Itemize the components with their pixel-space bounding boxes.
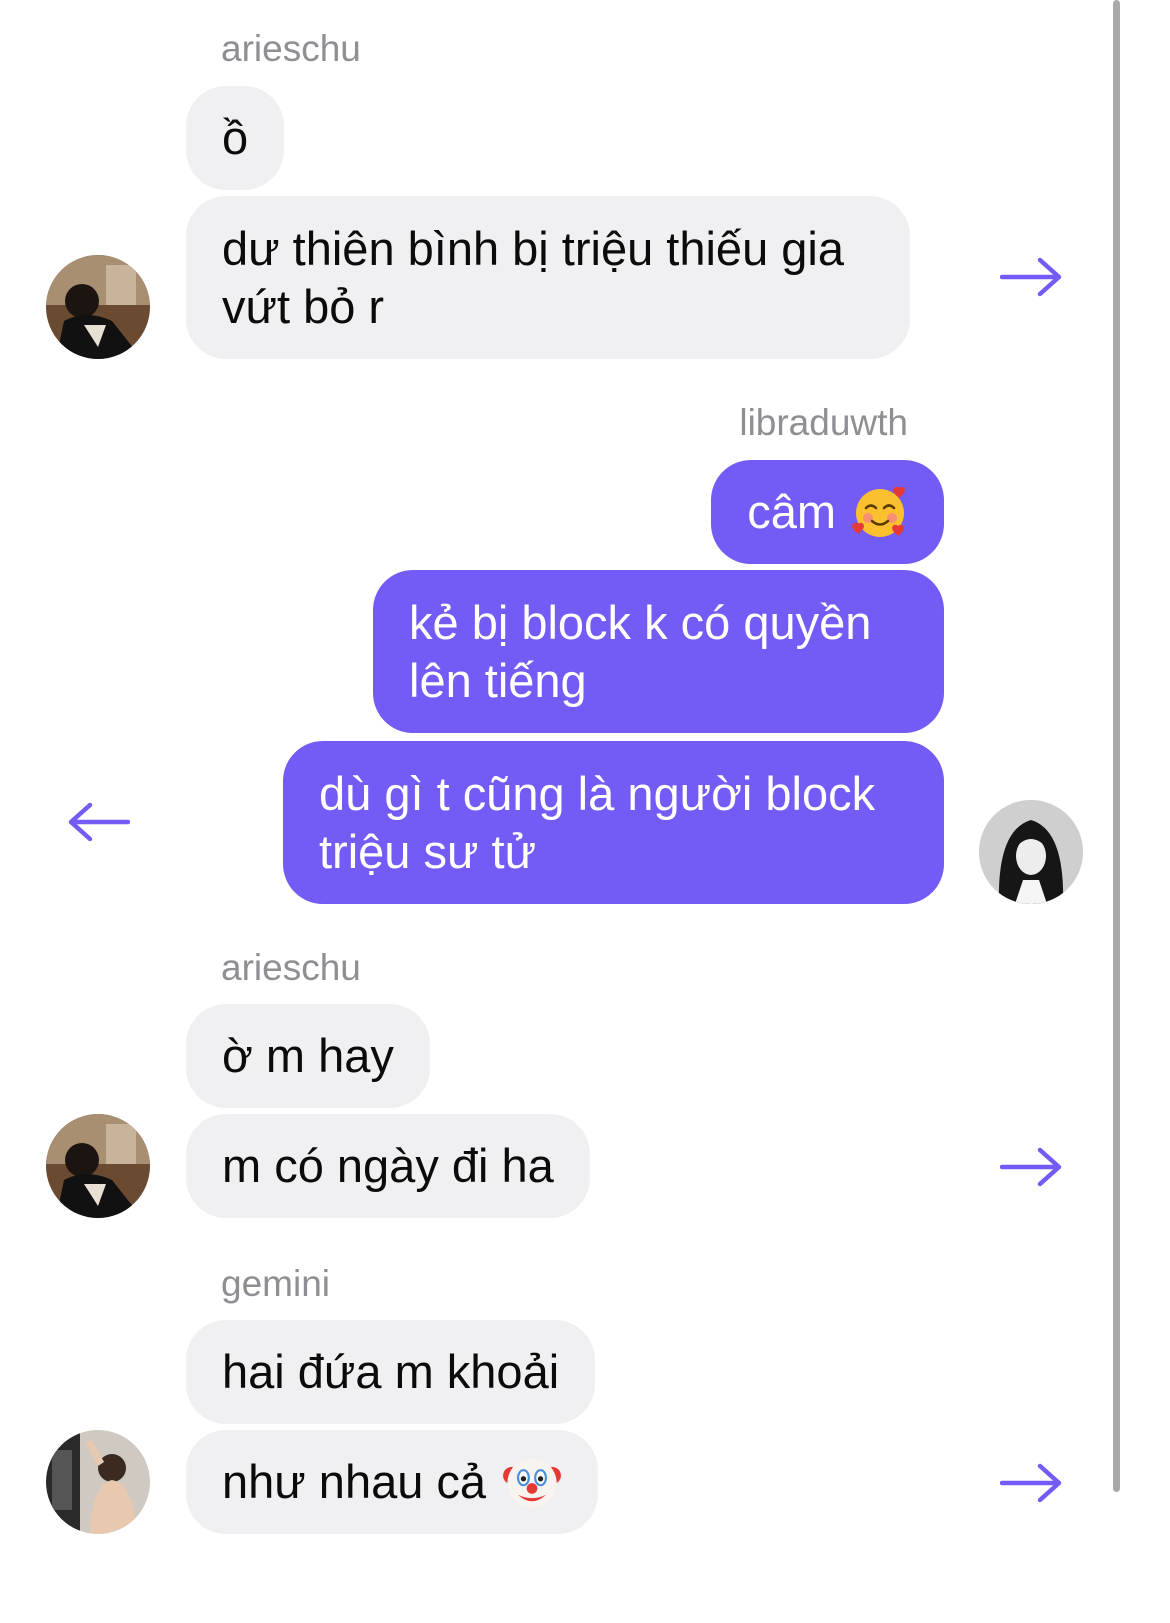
sender-name: arieschu <box>221 947 361 988</box>
message-bubble[interactable]: như nhau cả <box>186 1430 599 1534</box>
message-text: câm <box>747 485 836 538</box>
message-bubble[interactable]: ờ m hay <box>186 1004 430 1108</box>
message-text: như nhau cả <box>222 1455 487 1508</box>
message-text: m có ngày đi ha <box>222 1139 554 1192</box>
message-bubble[interactable]: hai đứa m khoải <box>186 1320 596 1424</box>
message-text: dù gì t cũng là người block triệu sư tử <box>319 766 876 878</box>
scrollbar[interactable] <box>1113 0 1120 1492</box>
sender-name: gemini <box>221 1263 330 1304</box>
smiling-face-with-hearts-emoji <box>852 486 905 537</box>
message-bubble[interactable]: m có ngày đi ha <box>186 1114 590 1218</box>
message-text: ờ m hay <box>222 1029 394 1082</box>
reply-arrow-icon[interactable] <box>66 802 130 842</box>
sender-name: libraduwth <box>739 402 908 443</box>
message-bubble[interactable]: dù gì t cũng là người block triệu sư tử <box>283 741 944 904</box>
forward-arrow-icon[interactable] <box>1000 1463 1064 1503</box>
chat-screen: arieschu ồ dư thiên bình bị triệu thiếu … <box>0 0 1170 1623</box>
avatar[interactable] <box>979 800 1083 904</box>
message-text: ồ <box>222 111 249 164</box>
message-bubble[interactable]: câm <box>711 460 944 564</box>
forward-arrow-icon[interactable] <box>1000 257 1064 297</box>
message-bubble[interactable]: kẻ bị block k có quyền lên tiếng <box>373 570 944 733</box>
avatar[interactable] <box>46 1114 150 1218</box>
message-text: dư thiên bình bị triệu thiếu gia vứt bỏ … <box>222 221 844 333</box>
clown-face-emoji <box>503 1458 561 1508</box>
avatar[interactable] <box>46 255 150 359</box>
message-bubble[interactable]: dư thiên bình bị triệu thiếu gia vứt bỏ … <box>186 196 910 359</box>
message-text: hai đứa m khoải <box>222 1345 560 1398</box>
message-bubble[interactable]: ồ <box>186 86 285 190</box>
sender-name: arieschu <box>221 28 361 69</box>
message-text: kẻ bị block k có quyền lên tiếng <box>409 595 872 707</box>
avatar[interactable] <box>46 1430 150 1534</box>
forward-arrow-icon[interactable] <box>1000 1147 1064 1187</box>
